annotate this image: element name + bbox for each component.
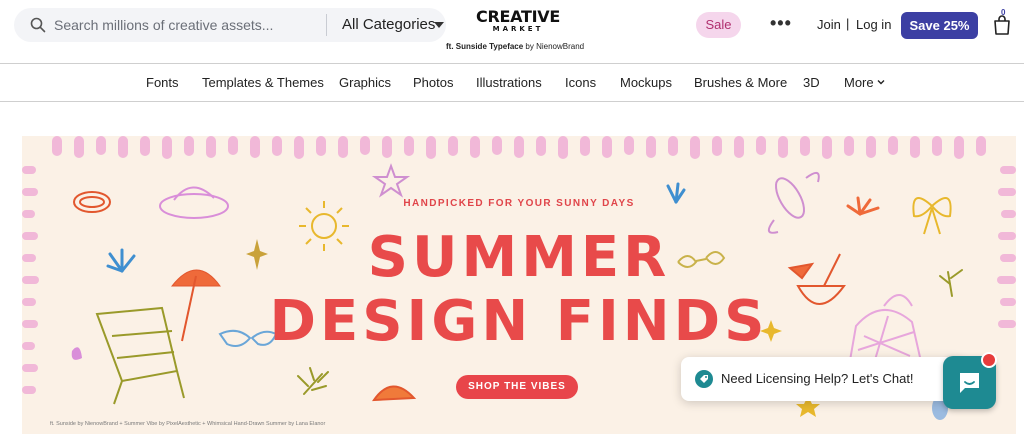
logo-sub-text: MARKET [492,25,544,33]
join-link[interactable]: Join [817,17,841,32]
banner-title: SUMMER DESIGN FINDS [22,226,1016,354]
nav-item-fonts[interactable]: Fonts [146,75,179,90]
search-input[interactable] [54,14,304,36]
nav-item-illustrations[interactable]: Illustrations [476,75,542,90]
login-link[interactable]: Log in [856,17,891,32]
sale-button[interactable]: Sale [696,12,741,38]
search-divider [326,14,327,36]
banner-kicker: HANDPICKED FOR YOUR SUNNY DAYS [403,198,635,209]
logo-credit: ft. Sunside Typeface by NienowBrand [446,42,616,51]
save-25-button[interactable]: Save 25% [901,12,978,39]
nav-item-3d[interactable]: 3D [803,75,820,90]
tag-icon [695,370,713,388]
logo-credit-author: by NienowBrand [523,42,585,51]
banner-title-line1: SUMMER [367,225,671,290]
banner-credit: ft. Sunside by NienowBrand + Summer Vibe… [50,421,326,427]
nav-item-templates-themes[interactable]: Templates & Themes [202,75,324,90]
category-nav: Fonts Templates & Themes Graphics Photos… [0,64,1024,102]
cart-icon[interactable] [993,14,1011,36]
banner-title-line2: DESIGN FINDS [269,289,769,354]
caret-down-icon[interactable] [434,22,444,28]
chat-notification-dot [981,352,997,368]
chat-icon [960,373,979,393]
logo-credit-font: ft. Sunside Typeface [446,42,524,51]
cart-count: 0 [1001,8,1006,17]
nav-item-photos[interactable]: Photos [413,75,453,90]
shop-the-vibes-button[interactable]: SHOP THE VIBES [456,375,578,399]
site-header: All Categories CREATIVE MARKET ft. Sunsi… [0,0,1024,64]
search-bar[interactable]: All Categories [14,8,446,42]
chat-prompt-bubble[interactable]: Need Licensing Help? Let's Chat! [681,357,964,401]
chevron-down-icon[interactable] [877,78,885,86]
nav-item-mockups[interactable]: Mockups [620,75,672,90]
nav-item-graphics[interactable]: Graphics [339,75,391,90]
category-select[interactable]: All Categories [342,16,435,33]
creative-market-logo[interactable]: CREATIVE MARKET [476,9,560,34]
nav-item-more[interactable]: More [844,75,874,90]
more-dots-icon[interactable]: ••• [770,13,792,33]
header-separator: | [846,16,850,31]
search-icon [30,17,46,33]
nav-item-icons[interactable]: Icons [565,75,596,90]
chat-prompt-text: Need Licensing Help? Let's Chat! [721,371,914,386]
logo-main-text: CREATIVE [476,7,560,26]
nav-item-brushes-more[interactable]: Brushes & More [694,75,787,90]
